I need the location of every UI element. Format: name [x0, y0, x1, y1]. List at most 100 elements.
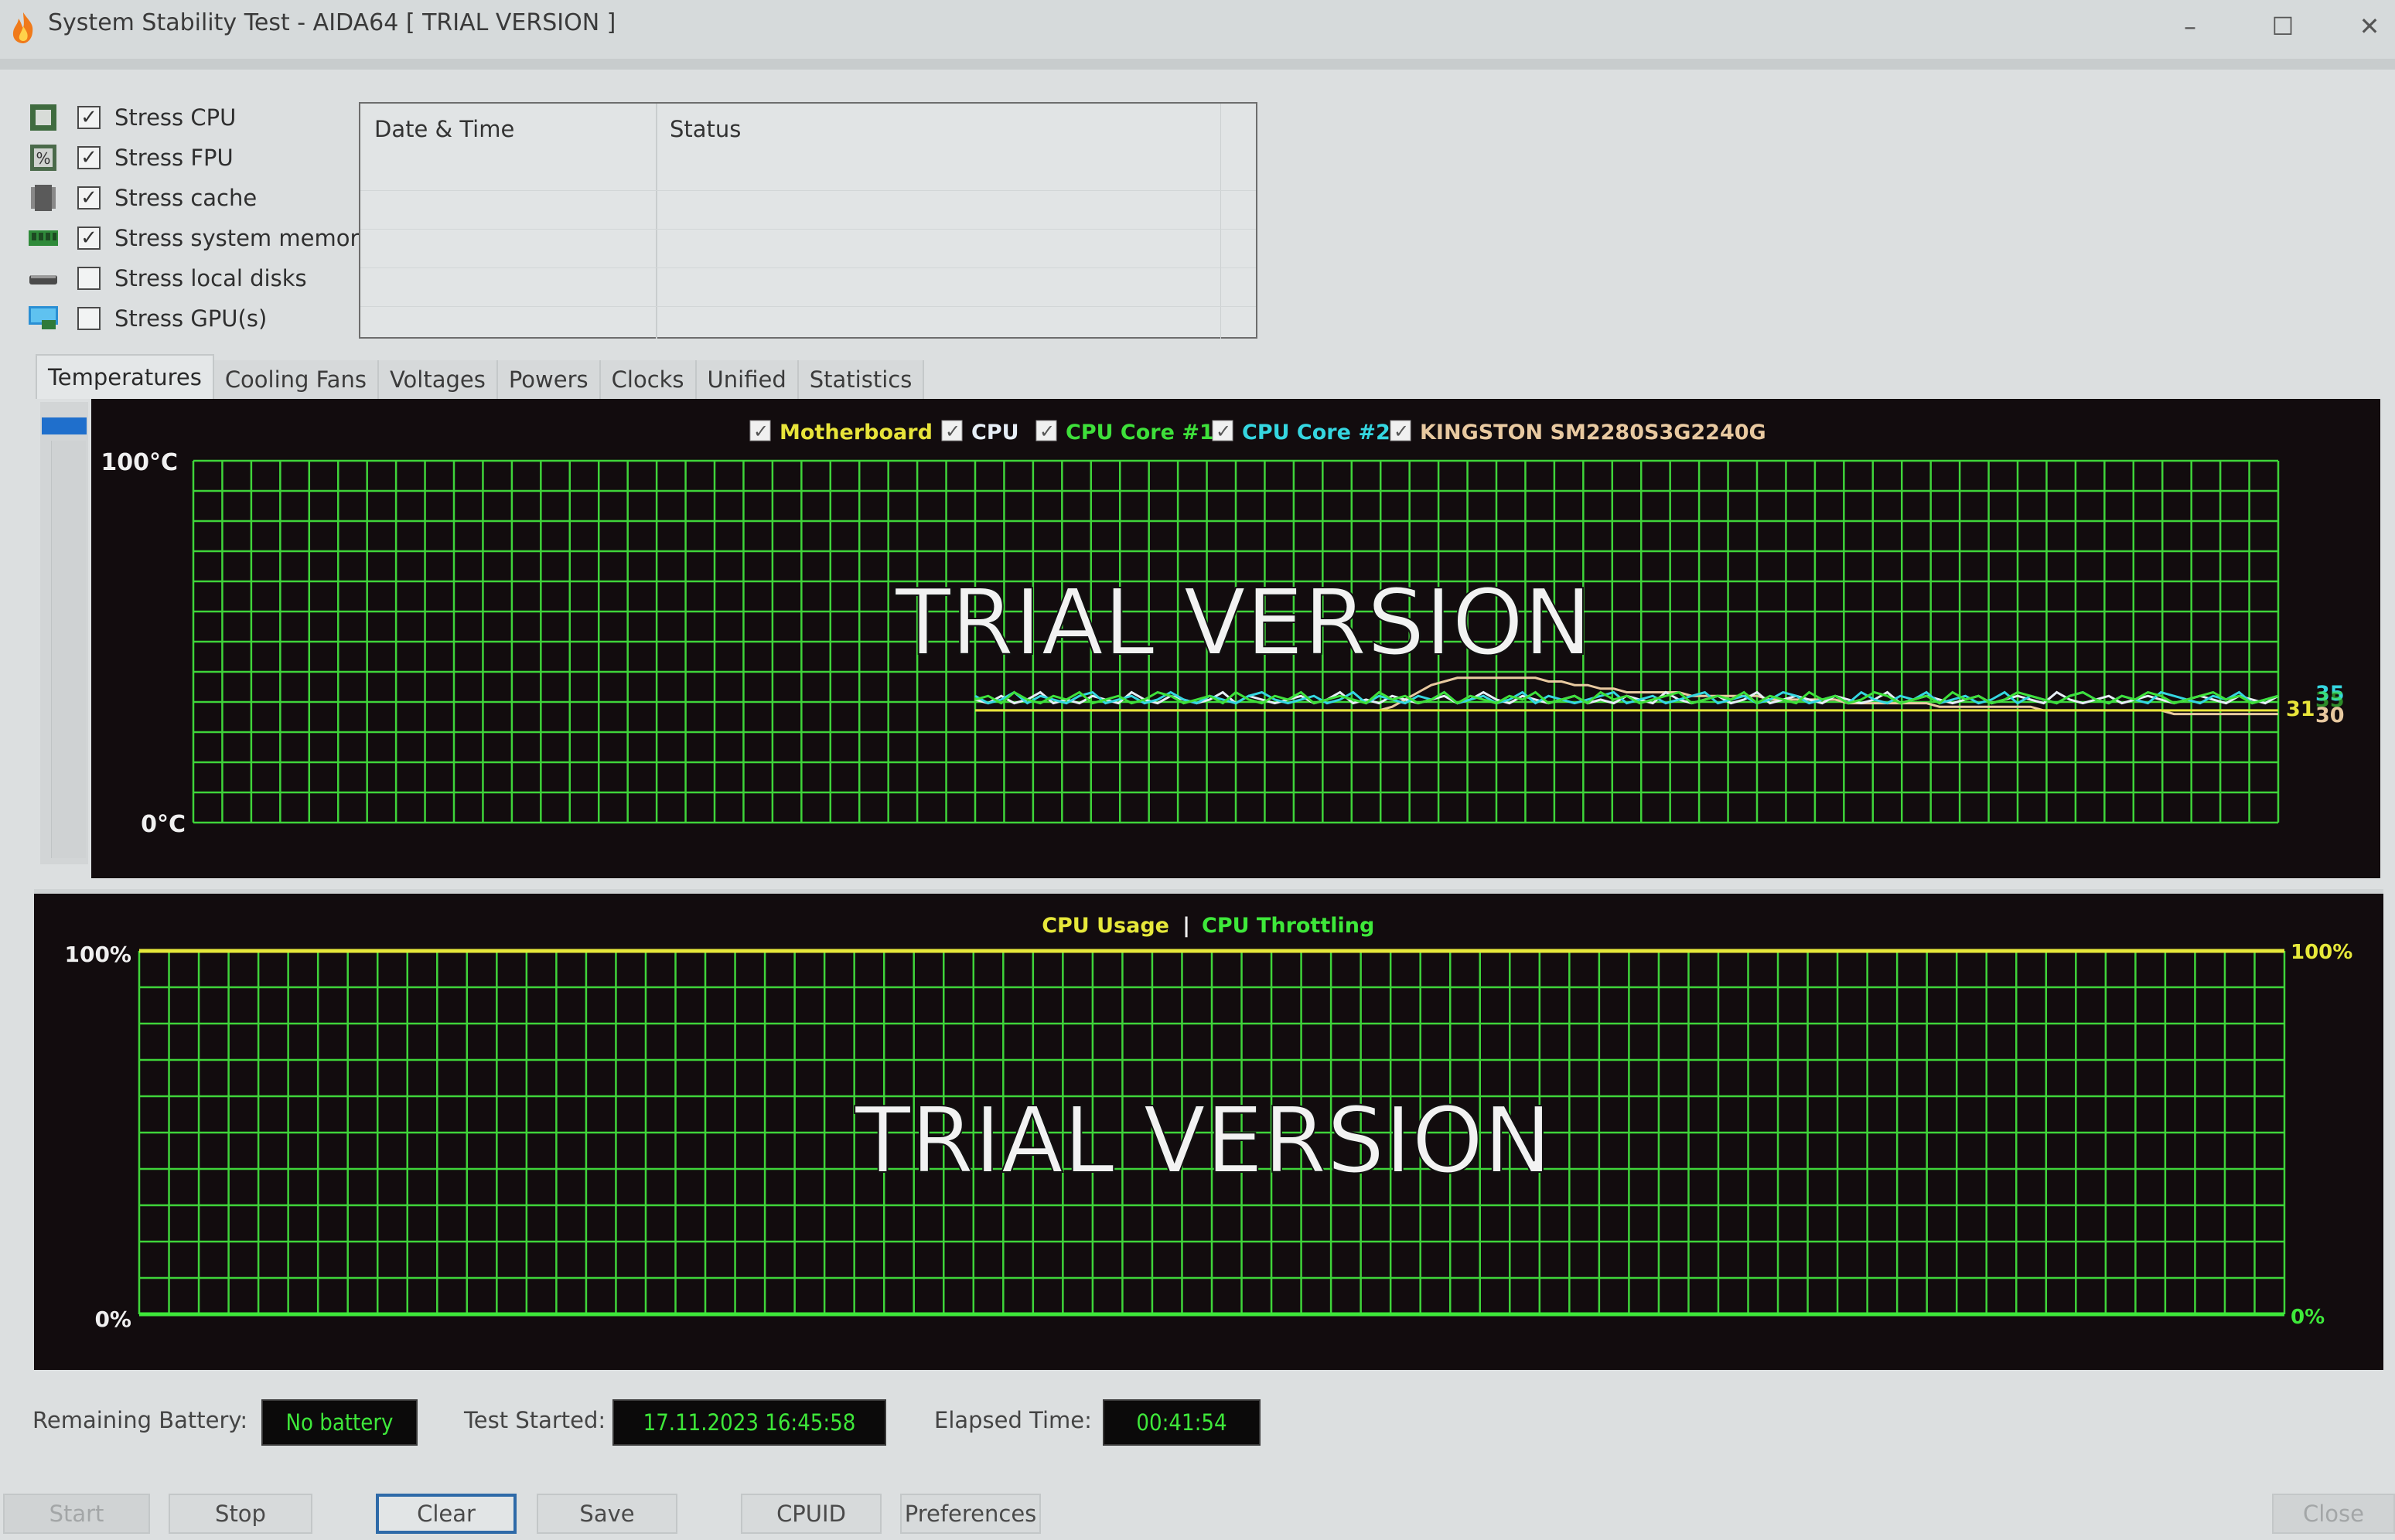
stress-cache-label: Stress cache — [114, 185, 258, 211]
close-icon: ✕ — [2359, 12, 2380, 41]
cpuid-button[interactable]: CPUID — [741, 1494, 882, 1534]
tab-clocks[interactable]: Clocks — [600, 360, 697, 399]
memory-module-icon — [28, 224, 59, 252]
check-icon: ✓ — [80, 146, 97, 169]
sensor-list-scrollbar[interactable] — [40, 402, 88, 864]
legend-label-motherboard: Motherboard — [780, 421, 933, 445]
column-header-status[interactable]: Status — [670, 104, 741, 155]
check-icon: ✓ — [753, 421, 769, 442]
maximize-button[interactable]: ☐ — [2252, 6, 2314, 46]
column-divider — [1220, 104, 1221, 339]
tab-unified[interactable]: Unified — [696, 360, 799, 399]
current-value-motherboard: 31 — [2286, 697, 2315, 721]
battery-value: No battery — [261, 1399, 418, 1446]
start-button[interactable]: Start — [3, 1494, 150, 1534]
stress-gpu-label: Stress GPU(s) — [114, 305, 268, 332]
legend-label-cpu: CPU — [971, 421, 1019, 445]
cpu-chip-icon — [28, 104, 59, 131]
legend-item-cpu-core-1[interactable]: ✓ CPU Core #1 — [1035, 420, 1214, 445]
stress-cache-checkbox[interactable]: ✓ — [77, 186, 101, 210]
minimize-button[interactable]: – — [2159, 6, 2221, 46]
cache-chip-icon — [28, 184, 59, 212]
tab-temperatures[interactable]: Temperatures — [36, 354, 214, 399]
column-divider — [656, 104, 657, 339]
sensor-tabs: Temperatures Cooling Fans Voltages Power… — [36, 354, 925, 399]
table-row-line — [360, 267, 1256, 268]
check-icon: ✓ — [1039, 421, 1055, 442]
legend-label-cpu-core-1: CPU Core #1 — [1066, 421, 1214, 445]
stress-cache-option[interactable]: ✓ Stress cache — [28, 179, 257, 216]
temperature-chart-panel: TRIAL VERSION 100°C 0°C ✓ Motherboard ✓ … — [91, 399, 2380, 878]
stress-cpu-checkbox[interactable]: ✓ — [77, 106, 101, 129]
stress-fpu-checkbox[interactable]: ✓ — [77, 146, 101, 169]
save-button[interactable]: Save — [537, 1494, 677, 1534]
stress-disks-label: Stress local disks — [114, 265, 307, 291]
check-icon: ✓ — [80, 227, 97, 250]
stress-cpu-option[interactable]: ✓ Stress CPU — [28, 99, 236, 136]
current-value-cpu-usage: 100% — [2291, 941, 2352, 964]
legend-item-motherboard[interactable]: ✓ Motherboard — [749, 420, 933, 445]
check-icon: ✓ — [1216, 421, 1231, 442]
stress-fpu-label: Stress FPU — [114, 145, 234, 171]
legend-item-cpu-core-2[interactable]: ✓ CPU Core #2 — [1212, 420, 1390, 445]
stress-memory-checkbox[interactable]: ✓ — [77, 227, 101, 250]
current-value-cpu-throttling: 0% — [2291, 1306, 2325, 1329]
legend-item-cpu[interactable]: ✓ CPU — [941, 420, 1019, 445]
elapsed-time-label: Elapsed Time: — [934, 1407, 1092, 1433]
stop-button[interactable]: Stop — [169, 1494, 312, 1534]
current-value-kingston: 30 — [2315, 704, 2345, 727]
stress-fpu-option[interactable]: % ✓ Stress FPU — [28, 139, 234, 176]
title-separator — [0, 59, 2395, 70]
stress-disks-option[interactable]: Stress local disks — [28, 260, 307, 297]
table-row-line — [360, 306, 1256, 307]
temperature-chart: TRIAL VERSION 100°C 0°C ✓ Motherboard ✓ … — [101, 420, 2345, 838]
gpu-monitor-icon — [28, 305, 59, 332]
stress-memory-option[interactable]: ✓ Stress system memory — [28, 220, 373, 257]
legend-label-cpu-usage: CPU Usage — [1042, 914, 1169, 938]
cpu-usage-chart: TRIAL VERSION 100% 0% CPU Usage | CPU Th… — [64, 914, 2352, 1332]
clear-button[interactable]: Clear — [376, 1494, 517, 1534]
maximize-icon: ☐ — [2271, 12, 2294, 41]
table-row-line — [360, 190, 1256, 191]
trial-watermark: TRIAL VERSION — [855, 1087, 1552, 1194]
svg-text:%: % — [36, 149, 50, 168]
stress-cpu-label: Stress CPU — [114, 104, 237, 131]
temperature-series — [974, 676, 2279, 716]
close-window-button[interactable]: ✕ — [2339, 6, 2395, 46]
test-started-value: 17.11.2023 16:45:58 — [612, 1399, 886, 1446]
check-icon: ✓ — [945, 421, 960, 442]
legend-label-cpu-core-2: CPU Core #2 — [1242, 421, 1390, 445]
window-title: System Stability Test - AIDA64 [ TRIAL V… — [48, 9, 616, 36]
tab-voltages[interactable]: Voltages — [378, 360, 498, 399]
trial-watermark: TRIAL VERSION — [895, 569, 1592, 676]
tab-cooling-fans[interactable]: Cooling Fans — [213, 360, 379, 399]
legend-item-kingston[interactable]: ✓ KINGSTON SM2280S3G2240G — [1390, 420, 1766, 445]
fpu-percent-icon: % — [28, 144, 59, 172]
tab-powers[interactable]: Powers — [497, 360, 601, 399]
elapsed-time-value: 00:41:54 — [1103, 1399, 1261, 1446]
scrollbar-thumb[interactable] — [42, 417, 87, 434]
column-header-date-time[interactable]: Date & Time — [374, 104, 514, 155]
y-tick-label-bottom: 0°C — [141, 811, 186, 838]
legend-separator: | — [1182, 914, 1190, 938]
stress-gpu-option[interactable]: Stress GPU(s) — [28, 300, 267, 337]
stress-gpu-checkbox[interactable] — [77, 307, 101, 330]
check-icon: ✓ — [80, 186, 97, 210]
cpu-usage-legend: CPU Usage | CPU Throttling — [1042, 914, 1374, 938]
y-tick-label-top: 100°C — [101, 449, 178, 476]
tab-statistics[interactable]: Statistics — [798, 360, 925, 399]
legend-label-cpu-throttling: CPU Throttling — [1202, 914, 1374, 938]
stress-memory-label: Stress system memory — [114, 225, 373, 251]
check-icon: ✓ — [1394, 421, 1409, 442]
legend-label-kingston: KINGSTON SM2280S3G2240G — [1420, 421, 1766, 445]
stress-disks-checkbox[interactable] — [77, 267, 101, 290]
status-log-table[interactable]: Date & Time Status — [359, 102, 1257, 339]
y-tick-label-top: 100% — [64, 942, 131, 967]
minimize-icon: – — [2184, 12, 2196, 41]
check-icon: ✓ — [80, 106, 97, 129]
y-tick-label-bottom: 0% — [94, 1307, 131, 1332]
scrollbar-track[interactable] — [51, 441, 86, 858]
cpu-usage-chart-panel: TRIAL VERSION 100% 0% CPU Usage | CPU Th… — [34, 889, 2383, 1370]
close-button[interactable]: Close — [2272, 1494, 2395, 1534]
preferences-button[interactable]: Preferences — [900, 1494, 1041, 1534]
